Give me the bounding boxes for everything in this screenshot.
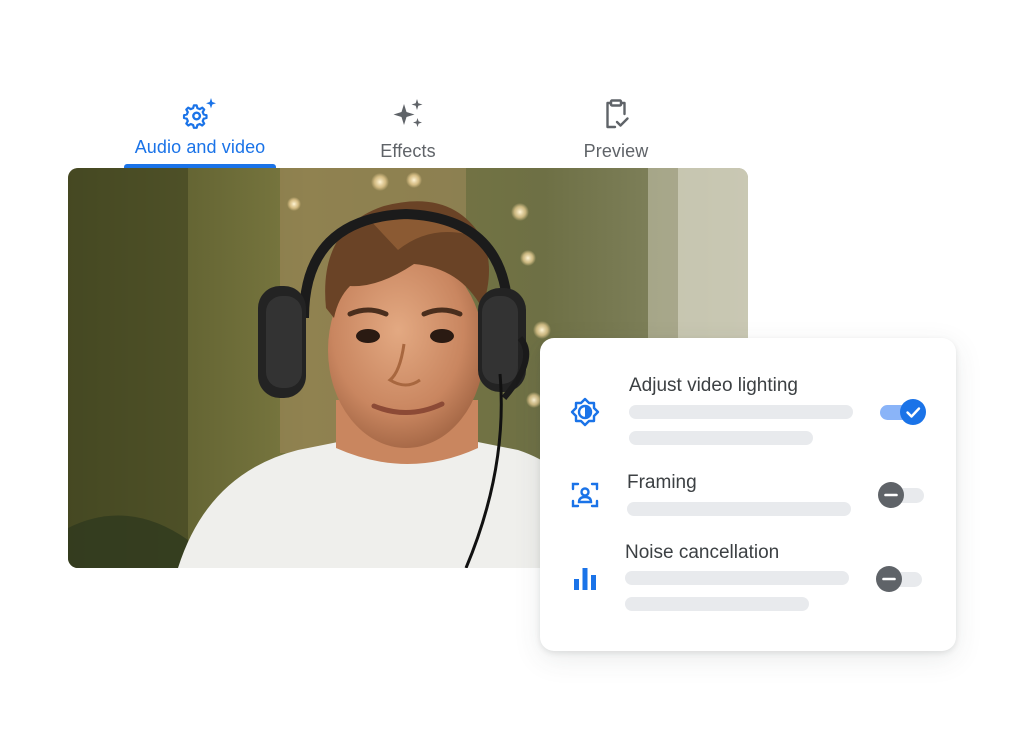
framing-label: Framing — [627, 472, 697, 493]
noise-cancellation-label: Noise cancellation — [625, 542, 780, 563]
bar-chart-icon — [574, 568, 596, 590]
minus-icon — [882, 577, 896, 581]
description-placeholder — [625, 597, 809, 611]
check-icon — [906, 407, 921, 418]
description-placeholder — [629, 431, 813, 445]
noise-cancellation-toggle[interactable] — [876, 565, 924, 593]
toggle-thumb — [876, 566, 902, 592]
toggle-thumb — [900, 399, 926, 425]
settings-sparkle-icon — [182, 98, 216, 129]
settings-card: Adjust video lighting Framing Noise canc… — [540, 338, 956, 651]
description-placeholder — [625, 571, 849, 585]
framing-toggle[interactable] — [878, 481, 926, 509]
description-placeholder — [627, 502, 851, 516]
adjust-video-lighting-label: Adjust video lighting — [629, 375, 798, 396]
tab-label: Audio and video — [134, 137, 266, 157]
minus-icon — [884, 493, 898, 497]
description-placeholder — [629, 405, 853, 419]
tab-audio-and-video[interactable]: Audio and video — [120, 96, 280, 172]
sparkles-icon — [393, 99, 423, 127]
clipboard-check-icon — [606, 99, 629, 129]
framing-person-icon — [571, 482, 599, 508]
adjust-video-lighting-toggle[interactable] — [878, 398, 926, 426]
toggle-thumb — [878, 482, 904, 508]
tab-preview[interactable]: Preview — [536, 96, 696, 172]
tab-label: Preview — [583, 141, 649, 161]
brightness-icon — [570, 397, 600, 427]
tab-effects[interactable]: Effects — [328, 96, 488, 172]
tab-label: Effects — [380, 141, 436, 161]
